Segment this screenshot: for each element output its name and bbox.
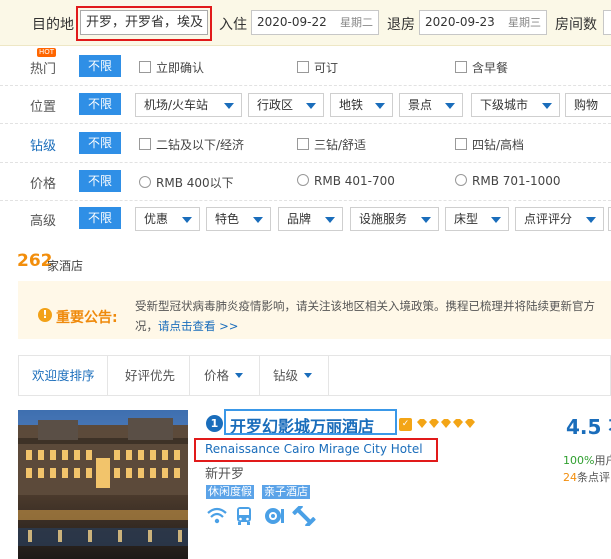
sort-bar: 欢迎度排序 好评优先 价格 钻级 xyxy=(18,355,611,396)
hot-nolimit-button[interactable]: 不限 xyxy=(79,55,121,77)
gym-icon xyxy=(292,504,316,528)
chevron-down-icon xyxy=(224,103,234,109)
filter-row-price: 价格 不限 RMB 400以下 RMB 401-700 RMB 701-1000 xyxy=(0,163,611,201)
filter-label-diamond: 钻级 xyxy=(30,139,57,154)
sort-rating[interactable]: 好评优先 xyxy=(125,356,175,395)
chevron-down-icon xyxy=(306,103,316,109)
advanced-nolimit-button[interactable]: 不限 xyxy=(79,207,121,229)
dropdown-facilities[interactable]: 设施服务 xyxy=(350,207,439,231)
diamond-icon xyxy=(417,419,427,428)
price-nolimit-button[interactable]: 不限 xyxy=(79,170,121,192)
chevron-down-icon xyxy=(235,373,244,378)
recommend-rate: 100%用户 xyxy=(563,454,611,467)
instant-confirm-checkbox[interactable]: 立即确认 xyxy=(139,59,204,76)
filter-label-price: 价格 xyxy=(30,177,57,192)
dropdown-discount[interactable]: 优惠 xyxy=(135,207,200,231)
dropdown-brand[interactable]: 品牌 xyxy=(278,207,343,231)
bookable-checkbox[interactable]: 可订 xyxy=(297,59,338,76)
checkin-label: 入住 xyxy=(219,17,247,33)
sort-popularity[interactable]: 欢迎度排序 xyxy=(32,356,108,395)
tag-leisure: 休闲度假 xyxy=(206,485,254,499)
chevron-down-icon xyxy=(304,373,313,378)
rooms-input[interactable] xyxy=(603,10,611,35)
chevron-down-icon xyxy=(491,217,501,223)
diamond-icon xyxy=(465,419,475,428)
diamond-icon xyxy=(453,419,463,428)
diamond-nolimit-button[interactable]: 不限 xyxy=(79,132,121,154)
diamond-icon xyxy=(441,419,451,428)
sort-diamond[interactable]: 钻级 xyxy=(273,356,313,395)
diamond-icon xyxy=(429,419,439,428)
filter-row-advanced: 高级 不限 优惠 特色 品牌 设施服务 床型 点评评分 xyxy=(0,200,611,237)
hotel-score: 4.5 不 xyxy=(566,415,611,439)
dropdown-feature[interactable]: 特色 xyxy=(206,207,271,231)
three-diamond-checkbox[interactable]: 三钻/舒适 xyxy=(297,136,366,153)
filter-row-diamond: 钻级 不限 二钻及以下/经济 三钻/舒适 四钻/高档 xyxy=(0,125,611,163)
chevron-down-icon xyxy=(375,103,385,109)
notice-text-line2: 况，请点击查看 >> xyxy=(135,319,239,333)
chevron-down-icon xyxy=(542,103,552,109)
hotel-photo[interactable] xyxy=(18,410,188,559)
hotel-photo-image xyxy=(18,410,188,559)
filter-row-hot: HOT 热门 不限 立即确认 可订 含早餐 xyxy=(0,48,611,86)
dropdown-airport-station[interactable]: 机场/火车站 xyxy=(135,93,242,117)
breakfast-checkbox[interactable]: 含早餐 xyxy=(455,59,508,76)
review-count[interactable]: 24条点评 xyxy=(563,469,610,485)
checkout-date: 2020-09-23 xyxy=(425,15,495,29)
checkout-weekday: 星期三 xyxy=(508,16,541,29)
result-count-label: 家酒店 xyxy=(47,259,84,273)
camera-icon xyxy=(263,506,285,526)
notice-text: 受新型冠状病毒肺炎疫情影响，请关注该地区相关入境政策。携程已梳理并将陆续更新官方 xyxy=(135,299,595,313)
english-name-highlight xyxy=(194,438,438,462)
hotel-name-highlight xyxy=(224,409,397,435)
hot-badge: HOT xyxy=(37,48,57,57)
notice-title: 重要公告: xyxy=(56,310,118,326)
sort-price[interactable]: 价格 xyxy=(204,356,244,395)
thumbs-up-icon: ✓ xyxy=(399,418,412,431)
filter-label-hot: 热门 xyxy=(30,62,57,77)
checkin-date: 2020-09-22 xyxy=(257,15,327,29)
price-under-400-radio[interactable]: RMB 400以下 xyxy=(139,174,234,191)
chevron-down-icon xyxy=(253,217,263,223)
location-nolimit-button[interactable]: 不限 xyxy=(79,93,121,115)
price-701-1000-radio[interactable]: RMB 701-1000 xyxy=(455,174,561,188)
chevron-down-icon xyxy=(421,217,431,223)
four-diamond-checkbox[interactable]: 四钻/高档 xyxy=(455,136,524,153)
checkin-weekday: 星期二 xyxy=(340,16,373,29)
chevron-down-icon xyxy=(445,103,455,109)
rank-badge: 1 xyxy=(206,415,223,432)
filter-label-location: 位置 xyxy=(30,100,57,115)
chevron-down-icon xyxy=(325,217,335,223)
notice-link[interactable]: 请点击查看 >> xyxy=(158,319,238,333)
price-401-700-radio[interactable]: RMB 401-700 xyxy=(297,174,395,188)
dropdown-metro[interactable]: 地铁 xyxy=(330,93,393,117)
checkout-label: 退房 xyxy=(387,17,415,33)
exclamation-icon: ! xyxy=(38,308,52,322)
notice-banner: ! 重要公告: 受新型冠状病毒肺炎疫情影响，请关注该地区相关入境政策。携程已梳理… xyxy=(18,281,611,339)
checkout-date-input[interactable]: 2020-09-23 星期三 xyxy=(419,10,547,35)
tag-family: 亲子酒店 xyxy=(262,485,310,499)
destination-label: 目的地 xyxy=(32,17,74,33)
checkin-date-input[interactable]: 2020-09-22 星期二 xyxy=(251,10,379,35)
dropdown-sub-city[interactable]: 下级城市 xyxy=(471,93,560,117)
diamond-rating-icon xyxy=(417,419,475,428)
two-diamond-checkbox[interactable]: 二钻及以下/经济 xyxy=(139,136,244,153)
dropdown-shopping[interactable]: 购物 xyxy=(565,93,611,117)
chevron-down-icon xyxy=(586,217,596,223)
search-bar: 目的地 开罗，开罗省，埃及 入住 2020-09-22 星期二 退房 2020-… xyxy=(0,0,611,46)
dropdown-sights[interactable]: 景点 xyxy=(399,93,463,117)
filter-label-advanced: 高级 xyxy=(30,214,57,229)
wifi-icon xyxy=(206,506,228,526)
chevron-down-icon xyxy=(182,217,192,223)
dropdown-review-score[interactable]: 点评评分 xyxy=(515,207,604,231)
destination-highlight xyxy=(76,6,212,41)
rooms-label: 房间数 xyxy=(555,17,597,33)
dropdown-district[interactable]: 行政区 xyxy=(248,93,324,117)
bus-icon xyxy=(235,506,253,526)
hotel-area: 新开罗 xyxy=(205,467,245,482)
dropdown-bed-type[interactable]: 床型 xyxy=(445,207,509,231)
filter-row-location: 位置 不限 机场/火车站 行政区 地铁 景点 下级城市 购物 xyxy=(0,86,611,124)
